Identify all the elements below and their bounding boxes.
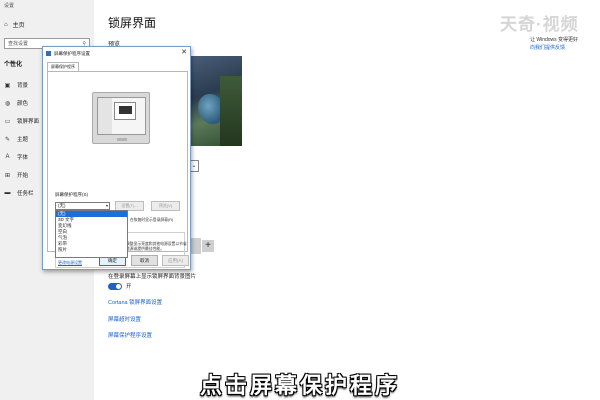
show-bg-toggle-row: 开	[108, 282, 132, 290]
screensaver-dropdown-list: (无) 3D 文字 变幻线 空白 气泡 彩带 照片	[55, 210, 128, 258]
watermark-logo: 天奇·视频	[500, 15, 579, 34]
sidebar-item-label: 任务栏	[17, 191, 34, 197]
feedback-panel: 让 Windows 变得更好 向我们提供反馈	[530, 36, 578, 52]
show-bg-label: 在登录屏幕上显示锁屏界面背景图片	[108, 274, 197, 280]
screensaver-selected-value: (无)	[58, 203, 66, 208]
dialog-panel: 屏幕保护程序(S) (无) ▾ 设置(T)... 预览(V) (无) 3D 文字…	[47, 71, 188, 268]
cancel-button[interactable]: 取消	[131, 255, 158, 266]
monitor-stand	[117, 138, 127, 141]
chevron-down-icon: ▾	[105, 203, 108, 208]
screensaver-dialog: 屏幕保护程序设置 ✕ 屏幕保护程序 屏幕保护程序(S) (无) ▾ 设置(T).…	[42, 46, 191, 270]
power-description: 调整显示亮度和其他电源设置以节省能源或提供最佳性能。	[126, 242, 187, 251]
plus-icon[interactable]: +	[202, 240, 214, 252]
apply-button[interactable]: 应用(A)	[162, 255, 189, 266]
show-bg-toggle[interactable]	[108, 282, 122, 290]
page-title: 锁屏界面	[108, 16, 157, 30]
lock-screen-icon: ▭	[4, 118, 11, 125]
nav-home[interactable]: ⌂ 主页	[4, 20, 25, 30]
sidebar-item-label: 锁屏界面	[17, 119, 40, 125]
taskbar-icon: ▬	[4, 190, 11, 196]
feedback-link[interactable]: 向我们提供反馈	[530, 44, 578, 52]
screensaver-select[interactable]: (无) ▾	[55, 202, 110, 210]
cortana-settings-link[interactable]: Cortana 锁屏界面设置	[108, 298, 162, 306]
change-power-settings-link[interactable]: 更改电源设置	[58, 260, 82, 266]
home-icon: ⌂	[4, 21, 8, 28]
section-title: 个性化	[4, 62, 23, 68]
nav-home-label: 主页	[12, 23, 25, 29]
screen-timeout-link[interactable]: 屏幕超时设置	[108, 315, 141, 323]
tab-screensaver[interactable]: 屏幕保护程序	[47, 62, 79, 71]
screensaver-preview-button[interactable]: 预览(V)	[151, 201, 180, 211]
font-icon: A	[5, 154, 10, 160]
sidebar-item-label: 字体	[17, 155, 29, 161]
start-icon: ⊞	[4, 172, 11, 179]
lock-screen-preview-image	[190, 56, 242, 146]
toggle-knob	[116, 283, 121, 289]
app-title: 设置	[4, 3, 15, 9]
screensaver-label: 屏幕保护程序(S)	[55, 192, 88, 197]
dialog-titlebar: 屏幕保护程序设置	[43, 47, 190, 60]
feedback-text: 让 Windows 变得更好	[530, 37, 579, 43]
toggle-state-label: 开	[126, 284, 132, 290]
palette-icon: ◍	[4, 100, 11, 107]
monitor-screen	[97, 97, 146, 135]
close-icon[interactable]: ✕	[181, 48, 187, 56]
dialog-app-icon	[46, 51, 51, 56]
search-placeholder: 查找设置	[8, 41, 29, 47]
chevron-down-icon[interactable]: ⌄	[190, 160, 199, 172]
resume-logon-checkbox-label[interactable]: 在恢复时显示登录屏幕(R)	[130, 218, 173, 223]
mini-window	[114, 102, 136, 120]
mini-preview	[119, 106, 132, 114]
dialog-title: 屏幕保护程序设置	[54, 50, 90, 56]
mini-sidebar	[98, 98, 112, 134]
preview-cliff	[220, 76, 242, 146]
screensaver-settings-link[interactable]: 屏幕保护程序设置	[108, 331, 152, 339]
dropdown-option[interactable]: 照片	[56, 247, 127, 253]
video-caption: 点击屏幕保护程序	[199, 373, 400, 398]
theme-icon: ✎	[4, 136, 11, 143]
background-icon: ▣	[4, 82, 11, 89]
sidebar-item-label: 主题	[17, 137, 29, 143]
sidebar-item-label: 背景	[17, 83, 29, 89]
monitor-preview	[92, 92, 150, 144]
sidebar-item-label: 颜色	[17, 101, 29, 107]
sidebar-item-label: 开始	[17, 173, 29, 179]
